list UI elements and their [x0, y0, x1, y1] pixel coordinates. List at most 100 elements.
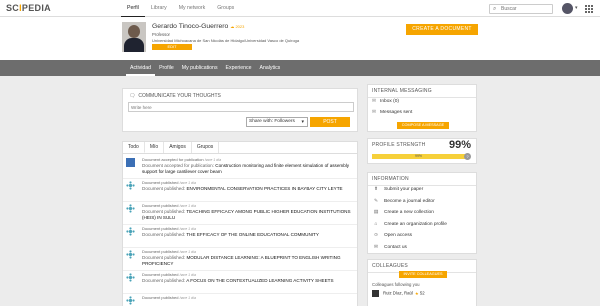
mail-icon: ✉: [373, 244, 379, 250]
search-input[interactable]: [501, 5, 551, 13]
scipedia-icon: [126, 181, 135, 190]
inbox-link[interactable]: ✉ Inbox (0): [372, 99, 399, 104]
scipedia-icon: [126, 204, 135, 213]
chevron-down-icon[interactable]: ▾: [575, 5, 578, 11]
collection-icon: ▤: [373, 210, 379, 215]
info-link[interactable]: ▤ Create a new collection: [372, 210, 434, 215]
feed-item-header: Document published hace 1 día: [142, 180, 196, 185]
compose-message-button[interactable]: COMPOSE A MESSAGE: [397, 122, 449, 129]
communicate-title: 🗨 COMMUNICATE YOUR THOUGHTS: [129, 93, 221, 99]
search-icon[interactable]: ⌕: [493, 6, 496, 13]
followers-label: Colleagues following you: [372, 282, 420, 287]
feed-item[interactable]: Document published hace 1 día Document pu…: [123, 270, 357, 294]
speech-bubble-icon: 🗨: [129, 93, 136, 99]
nav-tab-library[interactable]: Library: [145, 0, 173, 17]
feed-item-header: Document accepted for publication hace 1…: [142, 157, 222, 162]
info-link[interactable]: ⬆ Submit your paper: [372, 187, 423, 192]
scipedia-icon: [126, 227, 135, 236]
avatar: [372, 290, 379, 297]
profile-tab-bar: [0, 60, 600, 76]
journal-icon: ✎: [373, 198, 379, 204]
main-nav-tabs: Perfil Library My network Groups: [121, 0, 240, 17]
inbox-icon: ✉: [372, 99, 377, 104]
feed-tab-mio[interactable]: Mío: [145, 142, 165, 153]
feed-item-header: Document published hace 1 día: [142, 272, 196, 277]
profile-header: [0, 17, 600, 60]
post-button[interactable]: POST: [310, 117, 350, 127]
organization-icon: ⌂: [374, 221, 378, 227]
feed-item-text[interactable]: Document published: TEACHING EFFICACY AM…: [142, 209, 354, 221]
feed-tab-amigos[interactable]: Amigos: [164, 142, 192, 153]
edit-profile-button[interactable]: EDIT: [152, 44, 192, 50]
scipedia-icon: [126, 273, 135, 282]
communicate-card: 🗨COMMUNICATE YOUR THOUGHTS Share with: F…: [122, 88, 358, 132]
profile-institution: Universidad Michoacana de San Nicolás de…: [152, 38, 300, 43]
activity-feed: Todo Mío Amigos Grupos Document accepted…: [122, 141, 358, 306]
info-link[interactable]: ⊙ Open access: [372, 233, 412, 238]
profile-role: Professor: [152, 32, 170, 37]
info-link[interactable]: ✎ Become a journal editor: [372, 199, 435, 204]
search-box: ⌕: [489, 4, 553, 14]
feed-item[interactable]: Document published hace 1 día Document pu…: [123, 201, 357, 225]
feed-item-header: Document published hace 1 día: [142, 226, 196, 231]
scipedia-icon: [126, 296, 135, 305]
badge-icon: ☁ 2023: [230, 24, 245, 29]
thoughts-input[interactable]: [128, 102, 354, 112]
tab-my-publications[interactable]: My publications: [178, 60, 222, 76]
profile-strength-box: PROFILE STRENGTH 99% 99% ?: [367, 138, 477, 164]
nav-tab-groups[interactable]: Groups: [211, 0, 240, 17]
feed-item[interactable]: Document accepted for publication hace 1…: [123, 155, 357, 179]
avatar: [126, 158, 135, 167]
profile-name: Gerardo Tinoco-Guerrero ☁ 2023: [152, 23, 245, 30]
profile-photo: [122, 22, 146, 52]
feed-item[interactable]: Document published hace 1 día Document pu…: [123, 247, 357, 271]
tab-analytics[interactable]: Analytics: [256, 60, 285, 76]
tab-experience[interactable]: Experience: [222, 60, 256, 76]
star-icon: ★: [414, 290, 419, 296]
strength-bar-fill: 99%: [372, 154, 466, 159]
create-document-button[interactable]: CREATE A DOCUMENT: [406, 24, 478, 35]
sent-icon: ✉: [372, 110, 377, 115]
apps-grid-icon[interactable]: [585, 5, 593, 13]
feed-tab-grupos[interactable]: Grupos: [192, 142, 220, 153]
feed-item-text[interactable]: Document published: MODULAR DISTANCE LEA…: [142, 255, 354, 267]
feed-item-text[interactable]: Document published: ENVIRONMENTAL CONSER…: [142, 186, 354, 192]
follower-item[interactable]: Ruiz Díaz, Raúl ★ 52: [372, 290, 425, 297]
strength-percent: 99%: [448, 139, 471, 151]
scipedia-icon: [126, 250, 135, 259]
scipedia-logo[interactable]: SCIPEDIA: [6, 3, 51, 13]
info-link[interactable]: ⌂ Create an organization profile: [372, 222, 447, 227]
open-access-icon: ⊙: [373, 233, 379, 238]
messaging-box: INTERNAL MESSAGING ✉ Inbox (0) ✉ Messages …: [367, 84, 477, 132]
share-with-select[interactable]: Share with: Followers ▾: [246, 117, 308, 127]
colleagues-box: COLLEAGUES INVITE COLLEAGUES Colleagues …: [367, 259, 477, 306]
feed-item-header: Document published hace 1 día: [142, 295, 196, 300]
information-box: INFORMATION ⬆ Submit your paper ✎ Become a …: [367, 172, 477, 254]
strength-title: PROFILE STRENGTH: [372, 142, 426, 148]
help-icon[interactable]: ?: [464, 153, 471, 160]
information-title: INFORMATION: [368, 173, 476, 186]
feed-item-text[interactable]: Document published: THE EFFICACY OF THE …: [142, 232, 354, 238]
user-avatar[interactable]: [562, 3, 573, 14]
upload-icon: ⬆: [373, 187, 379, 192]
feed-tab-todo[interactable]: Todo: [123, 142, 145, 153]
feed-tabs: Todo Mío Amigos Grupos: [123, 142, 220, 153]
feed-item[interactable]: Document published hace 1 día: [123, 293, 357, 306]
tab-profile[interactable]: Profile: [155, 60, 178, 76]
feed-item[interactable]: Document published hace 1 día Document pu…: [123, 224, 357, 248]
messages-sent-link[interactable]: ✉ Messages sent: [372, 110, 412, 115]
top-navbar: SCIPEDIA Perfil Library My network Group…: [0, 0, 600, 17]
feed-item-text[interactable]: Document published: A FOCUS ON THE CONTE…: [142, 278, 354, 284]
strength-bar: 99%: [372, 154, 466, 159]
info-link[interactable]: ✉ Contact us: [372, 245, 407, 250]
profile-tabs: Actividad Profile My publications Experi…: [126, 60, 284, 76]
nav-tab-perfil[interactable]: Perfil: [121, 0, 145, 17]
tab-actividad[interactable]: Actividad: [126, 60, 156, 76]
feed-item-header: Document published hace 1 día: [142, 203, 196, 208]
feed-item-header: Document published hace 1 día: [142, 249, 196, 254]
chevron-down-icon: ▾: [301, 119, 304, 125]
feed-item-text[interactable]: Document accepted for publication: Const…: [142, 163, 354, 175]
feed-item[interactable]: Document published hace 1 día Document pu…: [123, 178, 357, 202]
invite-colleagues-button[interactable]: INVITE COLLEAGUES: [399, 271, 447, 278]
nav-tab-my-network[interactable]: My network: [173, 0, 212, 17]
